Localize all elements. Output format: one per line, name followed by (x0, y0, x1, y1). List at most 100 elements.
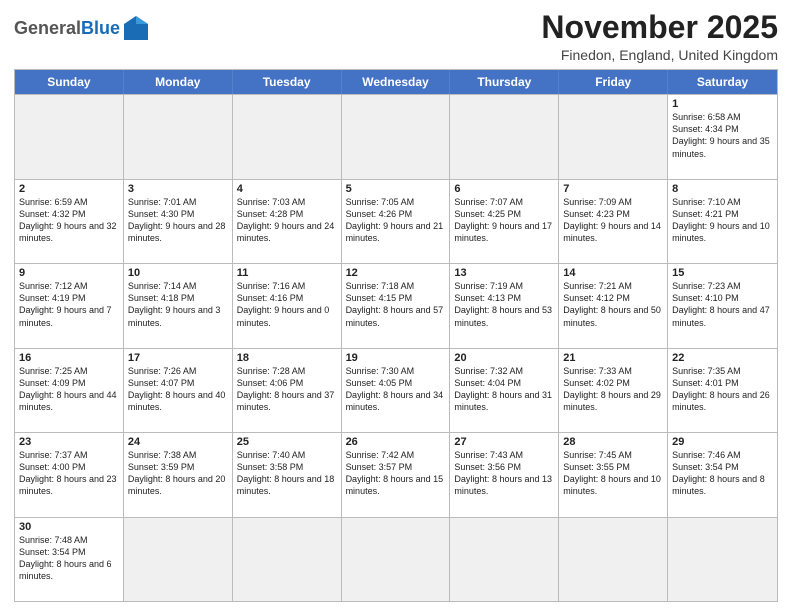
calendar-cell (559, 95, 668, 178)
day-info: Sunrise: 7:26 AM Sunset: 4:07 PM Dayligh… (128, 365, 228, 414)
day-info: Sunrise: 7:43 AM Sunset: 3:56 PM Dayligh… (454, 449, 554, 498)
day-number: 3 (128, 183, 228, 195)
calendar-cell: 30Sunrise: 7:48 AM Sunset: 3:54 PM Dayli… (15, 518, 124, 601)
calendar-cell: 6Sunrise: 7:07 AM Sunset: 4:25 PM Daylig… (450, 180, 559, 263)
day-number: 25 (237, 436, 337, 448)
calendar-cell: 1Sunrise: 6:58 AM Sunset: 4:34 PM Daylig… (668, 95, 777, 178)
day-number: 1 (672, 98, 773, 110)
calendar-cell: 7Sunrise: 7:09 AM Sunset: 4:23 PM Daylig… (559, 180, 668, 263)
calendar-cell (124, 95, 233, 178)
calendar-cell: 2Sunrise: 6:59 AM Sunset: 4:32 PM Daylig… (15, 180, 124, 263)
day-number: 29 (672, 436, 773, 448)
page: GeneralBlue November 2025 Finedon, Engla… (0, 0, 792, 612)
calendar-cell: 21Sunrise: 7:33 AM Sunset: 4:02 PM Dayli… (559, 349, 668, 432)
weekday-header: Wednesday (342, 70, 451, 94)
calendar-cell (342, 95, 451, 178)
day-info: Sunrise: 7:16 AM Sunset: 4:16 PM Dayligh… (237, 280, 337, 329)
day-number: 22 (672, 352, 773, 364)
day-number: 12 (346, 267, 446, 279)
calendar-cell: 12Sunrise: 7:18 AM Sunset: 4:15 PM Dayli… (342, 264, 451, 347)
calendar-cell: 3Sunrise: 7:01 AM Sunset: 4:30 PM Daylig… (124, 180, 233, 263)
day-info: Sunrise: 7:07 AM Sunset: 4:25 PM Dayligh… (454, 196, 554, 245)
calendar-cell (233, 518, 342, 601)
calendar-cell: 15Sunrise: 7:23 AM Sunset: 4:10 PM Dayli… (668, 264, 777, 347)
day-number: 16 (19, 352, 119, 364)
calendar-cell (668, 518, 777, 601)
calendar-cell: 4Sunrise: 7:03 AM Sunset: 4:28 PM Daylig… (233, 180, 342, 263)
day-number: 27 (454, 436, 554, 448)
day-info: Sunrise: 7:33 AM Sunset: 4:02 PM Dayligh… (563, 365, 663, 414)
calendar-cell (233, 95, 342, 178)
day-info: Sunrise: 7:03 AM Sunset: 4:28 PM Dayligh… (237, 196, 337, 245)
day-number: 14 (563, 267, 663, 279)
day-number: 2 (19, 183, 119, 195)
day-info: Sunrise: 7:37 AM Sunset: 4:00 PM Dayligh… (19, 449, 119, 498)
day-info: Sunrise: 7:42 AM Sunset: 3:57 PM Dayligh… (346, 449, 446, 498)
day-number: 11 (237, 267, 337, 279)
day-info: Sunrise: 7:25 AM Sunset: 4:09 PM Dayligh… (19, 365, 119, 414)
day-number: 13 (454, 267, 554, 279)
day-number: 6 (454, 183, 554, 195)
day-number: 4 (237, 183, 337, 195)
logo-general: General (14, 18, 81, 38)
calendar-cell: 9Sunrise: 7:12 AM Sunset: 4:19 PM Daylig… (15, 264, 124, 347)
day-number: 19 (346, 352, 446, 364)
calendar-cell: 13Sunrise: 7:19 AM Sunset: 4:13 PM Dayli… (450, 264, 559, 347)
day-info: Sunrise: 7:46 AM Sunset: 3:54 PM Dayligh… (672, 449, 773, 498)
calendar-cell: 26Sunrise: 7:42 AM Sunset: 3:57 PM Dayli… (342, 433, 451, 516)
weekday-header: Tuesday (233, 70, 342, 94)
calendar-header: SundayMondayTuesdayWednesdayThursdayFrid… (15, 70, 777, 94)
day-info: Sunrise: 7:01 AM Sunset: 4:30 PM Dayligh… (128, 196, 228, 245)
calendar-cell: 27Sunrise: 7:43 AM Sunset: 3:56 PM Dayli… (450, 433, 559, 516)
day-info: Sunrise: 7:28 AM Sunset: 4:06 PM Dayligh… (237, 365, 337, 414)
calendar-cell (559, 518, 668, 601)
day-info: Sunrise: 6:58 AM Sunset: 4:34 PM Dayligh… (672, 111, 773, 160)
logo-blue: Blue (81, 18, 120, 38)
calendar-row: 16Sunrise: 7:25 AM Sunset: 4:09 PM Dayli… (15, 348, 777, 432)
calendar-cell: 8Sunrise: 7:10 AM Sunset: 4:21 PM Daylig… (668, 180, 777, 263)
calendar-cell (15, 95, 124, 178)
calendar-cell: 16Sunrise: 7:25 AM Sunset: 4:09 PM Dayli… (15, 349, 124, 432)
day-number: 8 (672, 183, 773, 195)
calendar-cell: 20Sunrise: 7:32 AM Sunset: 4:04 PM Dayli… (450, 349, 559, 432)
calendar-cell: 22Sunrise: 7:35 AM Sunset: 4:01 PM Dayli… (668, 349, 777, 432)
calendar-row: 30Sunrise: 7:48 AM Sunset: 3:54 PM Dayli… (15, 517, 777, 601)
day-info: Sunrise: 7:23 AM Sunset: 4:10 PM Dayligh… (672, 280, 773, 329)
day-info: Sunrise: 6:59 AM Sunset: 4:32 PM Dayligh… (19, 196, 119, 245)
day-info: Sunrise: 7:18 AM Sunset: 4:15 PM Dayligh… (346, 280, 446, 329)
calendar-cell: 17Sunrise: 7:26 AM Sunset: 4:07 PM Dayli… (124, 349, 233, 432)
day-info: Sunrise: 7:14 AM Sunset: 4:18 PM Dayligh… (128, 280, 228, 329)
day-info: Sunrise: 7:32 AM Sunset: 4:04 PM Dayligh… (454, 365, 554, 414)
calendar-row: 23Sunrise: 7:37 AM Sunset: 4:00 PM Dayli… (15, 432, 777, 516)
day-info: Sunrise: 7:09 AM Sunset: 4:23 PM Dayligh… (563, 196, 663, 245)
calendar-cell: 14Sunrise: 7:21 AM Sunset: 4:12 PM Dayli… (559, 264, 668, 347)
day-number: 20 (454, 352, 554, 364)
logo-icon (122, 14, 150, 42)
weekday-header: Thursday (450, 70, 559, 94)
location: Finedon, England, United Kingdom (541, 47, 778, 63)
day-number: 9 (19, 267, 119, 279)
calendar-cell: 23Sunrise: 7:37 AM Sunset: 4:00 PM Dayli… (15, 433, 124, 516)
day-number: 17 (128, 352, 228, 364)
title-block: November 2025 Finedon, England, United K… (541, 10, 778, 63)
day-number: 23 (19, 436, 119, 448)
weekday-header: Friday (559, 70, 668, 94)
day-number: 24 (128, 436, 228, 448)
day-info: Sunrise: 7:12 AM Sunset: 4:19 PM Dayligh… (19, 280, 119, 329)
calendar-cell: 5Sunrise: 7:05 AM Sunset: 4:26 PM Daylig… (342, 180, 451, 263)
calendar-cell: 10Sunrise: 7:14 AM Sunset: 4:18 PM Dayli… (124, 264, 233, 347)
day-number: 7 (563, 183, 663, 195)
calendar-cell: 29Sunrise: 7:46 AM Sunset: 3:54 PM Dayli… (668, 433, 777, 516)
calendar: SundayMondayTuesdayWednesdayThursdayFrid… (14, 69, 778, 602)
day-number: 18 (237, 352, 337, 364)
day-info: Sunrise: 7:10 AM Sunset: 4:21 PM Dayligh… (672, 196, 773, 245)
calendar-cell (450, 518, 559, 601)
calendar-cell: 28Sunrise: 7:45 AM Sunset: 3:55 PM Dayli… (559, 433, 668, 516)
calendar-cell (124, 518, 233, 601)
day-info: Sunrise: 7:30 AM Sunset: 4:05 PM Dayligh… (346, 365, 446, 414)
day-info: Sunrise: 7:21 AM Sunset: 4:12 PM Dayligh… (563, 280, 663, 329)
calendar-cell (342, 518, 451, 601)
calendar-row: 9Sunrise: 7:12 AM Sunset: 4:19 PM Daylig… (15, 263, 777, 347)
day-number: 30 (19, 521, 119, 533)
calendar-row: 2Sunrise: 6:59 AM Sunset: 4:32 PM Daylig… (15, 179, 777, 263)
